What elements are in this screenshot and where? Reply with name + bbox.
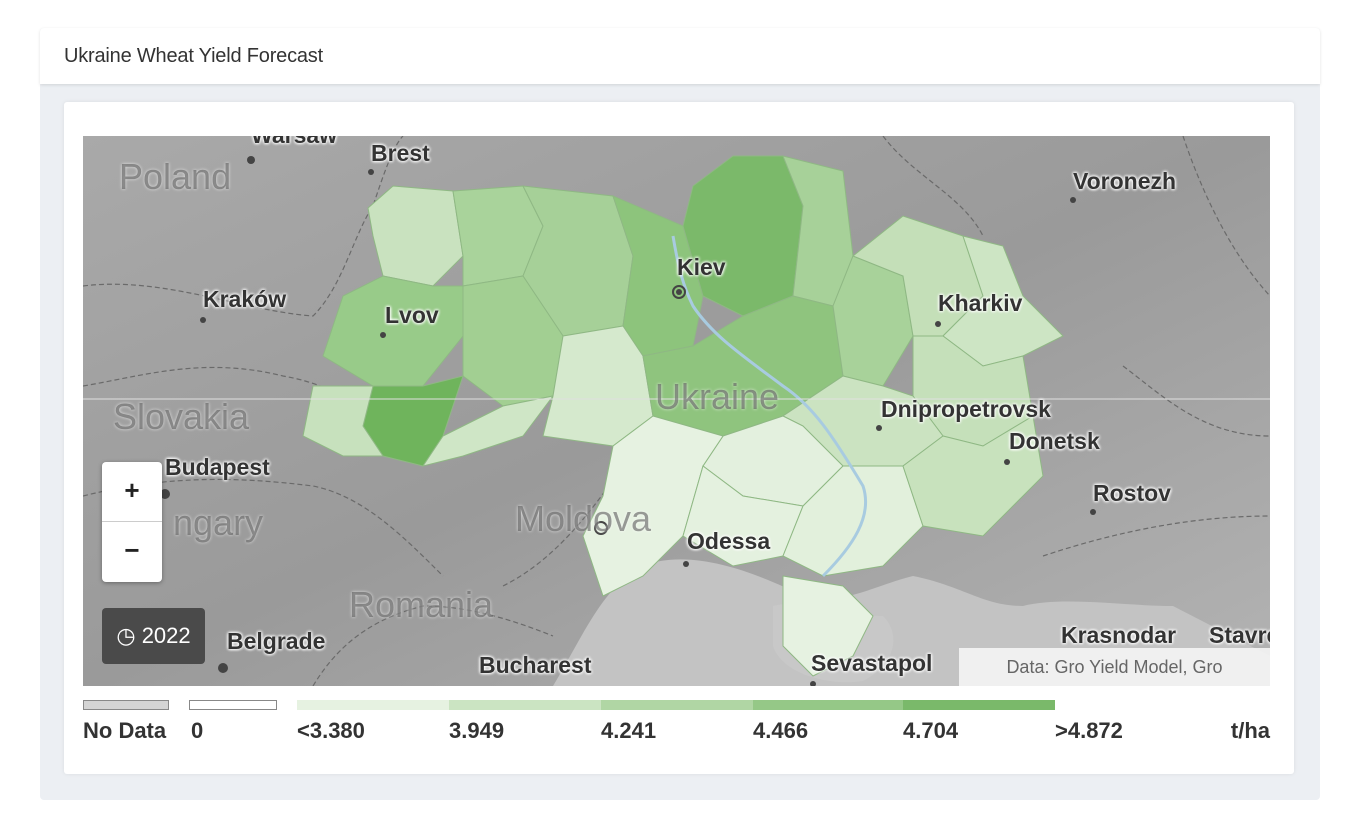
legend-label-no-data: No Data <box>83 718 167 743</box>
city-label-rostov: Rostov <box>1093 480 1171 506</box>
city-label-budapest: Budapest <box>165 454 270 480</box>
legend-swatch-bin-1 <box>297 700 449 710</box>
country-label-hungary: ngary <box>173 502 264 543</box>
city-label-krasnodar: Krasnodar <box>1061 622 1177 648</box>
city-label-belgrade: Belgrade <box>227 628 326 654</box>
zoom-control: + − <box>102 462 162 582</box>
legend-label-bin-1: <3.380 <box>297 718 365 743</box>
city-label-bucharest: Bucharest <box>479 652 592 678</box>
legend-swatch-bin-5 <box>903 700 1055 710</box>
city-label-voronezh: Voronezh <box>1073 168 1177 194</box>
city-label-sevastapol: Sevastapol <box>811 650 933 676</box>
zoom-in-button[interactable]: + <box>102 462 162 522</box>
panel-header: Ukraine Wheat Yield Forecast <box>40 28 1320 84</box>
yield-panel: Ukraine Wheat Yield Forecast Poland Slov… <box>40 28 1320 800</box>
city-label-stavropol: Stavrc <box>1209 622 1270 648</box>
legend-label-bin-3: 4.241 <box>601 718 657 743</box>
country-label-slovakia: Slovakia <box>113 396 250 437</box>
panel-title: Ukraine Wheat Yield Forecast <box>64 45 323 67</box>
legend-swatch-bin-2 <box>449 700 601 710</box>
city-label-dnipropetrovsk: Dnipropetrovsk <box>881 396 1051 422</box>
city-label-lvov: Lvov <box>385 302 439 328</box>
city-label-odessa: Odessa <box>687 528 771 554</box>
city-label-kiev: Kiev <box>677 254 726 280</box>
city-label-warsaw: Warsaw <box>251 136 337 149</box>
map-legend: No Data 0 <3.380 3.949 4.241 4.466 4.704… <box>83 700 1270 750</box>
legend-unit: t/ha <box>1230 718 1270 743</box>
map-card: Poland Slovakia ngary Ukraine Moldova Ro… <box>64 102 1294 774</box>
city-label-donetsk: Donetsk <box>1009 428 1100 454</box>
country-label-moldova: Moldova <box>515 498 652 539</box>
legend-label-bin-5: 4.704 <box>903 718 959 743</box>
country-label-poland: Poland <box>119 156 232 197</box>
legend-swatch-bin-4 <box>753 700 903 710</box>
city-label-brest: Brest <box>371 140 430 166</box>
legend-swatch-no-data <box>83 700 169 710</box>
zoom-out-button[interactable]: − <box>102 522 162 581</box>
year-label: 2022 <box>141 623 191 648</box>
clock-icon: ◷ <box>116 623 136 648</box>
legend-label-bin-2: 3.949 <box>449 718 505 743</box>
city-label-krakow: Kraków <box>203 286 287 312</box>
map-attribution: Data: Gro Yield Model, Gro <box>959 648 1270 686</box>
legend-swatch-zero <box>189 700 277 710</box>
country-label-ukraine: Ukraine <box>655 376 780 417</box>
legend-label-bin-6: >4.872 <box>1055 718 1123 743</box>
yield-map[interactable]: Poland Slovakia ngary Ukraine Moldova Ro… <box>83 136 1270 686</box>
country-label-romania: Romania <box>349 584 494 625</box>
year-selector[interactable]: ◷ 2022 <box>102 608 205 664</box>
legend-label-bin-4: 4.466 <box>753 718 809 743</box>
legend-swatch-bin-3 <box>601 700 753 710</box>
legend-label-zero: 0 <box>191 718 204 743</box>
city-label-kharkiv: Kharkiv <box>938 290 1023 316</box>
